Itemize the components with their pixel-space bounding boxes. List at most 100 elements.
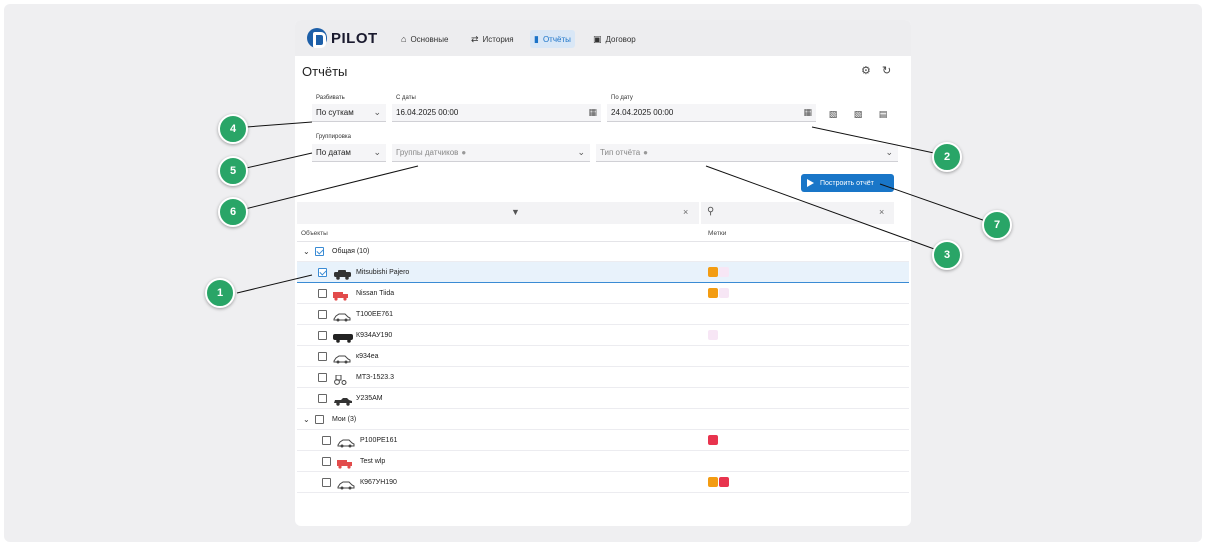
clear-icon[interactable]: ×: [683, 207, 688, 217]
user-settings-icon[interactable]: ⚙: [861, 64, 871, 77]
tag-badge[interactable]: [719, 477, 729, 487]
quick-date-month-icon[interactable]: ▤: [876, 107, 890, 121]
clear-icon[interactable]: ×: [879, 207, 884, 217]
objects-column-header[interactable]: Объекты: [301, 230, 328, 237]
from-date-value: 16.04.2025 00:00: [396, 108, 459, 117]
object-checkbox[interactable]: [318, 268, 327, 277]
logo-mark-icon: [307, 28, 327, 48]
chevron-down-icon: ⌄: [885, 147, 893, 157]
object-name: МТЗ-1523.3: [356, 374, 394, 381]
split-select[interactable]: По суткам ⌄: [312, 104, 386, 122]
object-checkbox[interactable]: [318, 394, 327, 403]
object-row[interactable]: У235АМ: [297, 388, 909, 409]
objects-filter-input[interactable]: ▼ ×: [297, 202, 699, 224]
chevron-down-icon: ⌄: [373, 107, 381, 117]
object-row[interactable]: К934АУ190: [297, 325, 909, 346]
filter-icon[interactable]: ▼: [511, 207, 520, 217]
page-title: Отчёты: [302, 64, 348, 79]
object-name: Р100РЕ161: [360, 437, 398, 444]
calendar-icon[interactable]: ▦: [803, 107, 812, 118]
object-checkbox[interactable]: [318, 289, 327, 298]
object-row[interactable]: Р100РЕ161: [297, 430, 909, 451]
object-checkbox[interactable]: [318, 310, 327, 319]
group-checkbox[interactable]: [315, 415, 324, 424]
chevron-down-icon[interactable]: ⌄: [303, 415, 310, 424]
top-nav: PILOT ⌂ Основные ⇄ История ▮ Отчёты ▣ До…: [295, 20, 911, 56]
group-row[interactable]: ⌄ Общая (10): [297, 241, 909, 262]
object-checkbox[interactable]: [322, 457, 331, 466]
build-report-button[interactable]: Построить отчёт: [801, 174, 894, 192]
tag-badge[interactable]: [708, 330, 718, 340]
nav-history[interactable]: ⇄ История: [467, 30, 518, 48]
truck-icon: [337, 456, 353, 469]
tags-search-input[interactable]: ⚲ ×: [701, 202, 894, 224]
car-icon: [333, 351, 351, 364]
object-row[interactable]: К967УН190: [297, 472, 909, 493]
object-name: Т100ЕЕ761: [356, 311, 393, 318]
calendar-icon[interactable]: ▦: [588, 107, 597, 118]
object-row[interactable]: Nissan Tiida: [297, 283, 909, 304]
chevron-down-icon[interactable]: ⌄: [303, 247, 310, 256]
car-icon: [333, 309, 351, 322]
sensor-groups-select[interactable]: Группы датчиков ● ⌄: [392, 144, 590, 162]
help-icon[interactable]: ●: [461, 148, 466, 157]
to-date-input[interactable]: 24.04.2025 00:00 ▦: [607, 104, 816, 122]
grouping-value: По датам: [316, 148, 351, 157]
group-name: Общая (10): [332, 248, 370, 255]
object-checkbox[interactable]: [322, 436, 331, 445]
nav-main[interactable]: ⌂ Основные: [397, 30, 452, 48]
truck-icon: [333, 288, 349, 301]
object-checkbox[interactable]: [318, 331, 327, 340]
object-row[interactable]: к934еа: [297, 346, 909, 367]
callout-7: 7: [982, 210, 1012, 240]
chevron-down-icon: ⌄: [577, 147, 585, 157]
group-name: Мои (3): [332, 416, 357, 423]
nav-reports[interactable]: ▮ Отчёты: [530, 30, 575, 48]
tags-column-header[interactable]: Метки: [708, 230, 726, 237]
to-date-label: По дату: [611, 95, 633, 101]
grouping-select[interactable]: По датам ⌄: [312, 144, 386, 162]
object-row[interactable]: Mitsubishi Pajero: [297, 262, 909, 283]
help-icon[interactable]: ●: [643, 148, 648, 157]
object-row[interactable]: МТЗ-1523.3: [297, 367, 909, 388]
object-name: Mitsubishi Pajero: [356, 269, 410, 276]
group-row[interactable]: ⌄ Мои (3): [297, 409, 909, 430]
van-icon: [333, 330, 355, 343]
contract-icon: ▣: [593, 33, 602, 44]
object-row[interactable]: Т100ЕЕ761: [297, 304, 909, 325]
nav-history-label: История: [482, 34, 514, 44]
report-type-select[interactable]: Тип отчёта ● ⌄: [596, 144, 898, 162]
callout-2: 2: [932, 142, 962, 172]
object-name: к934еа: [356, 353, 379, 360]
pilot-logo[interactable]: PILOT: [307, 28, 378, 48]
object-checkbox[interactable]: [318, 373, 327, 382]
callout-5: 5: [218, 156, 248, 186]
pickup-icon: [333, 393, 353, 406]
callout-6: 6: [218, 197, 248, 227]
tag-badge[interactable]: [708, 477, 718, 487]
quick-date-today-icon[interactable]: ▧: [826, 107, 840, 121]
suv-icon: [333, 267, 353, 280]
logo-text: PILOT: [331, 29, 378, 47]
object-name: Nissan Tiida: [356, 290, 395, 297]
nav-main-label: Основные: [410, 34, 449, 44]
tag-badge[interactable]: [719, 288, 729, 298]
tag-badge[interactable]: [708, 288, 718, 298]
tag-badge[interactable]: [708, 267, 718, 277]
search-icon: ⚲: [707, 206, 715, 217]
tag-badge[interactable]: [708, 435, 718, 445]
nav-contract[interactable]: ▣ Договор: [589, 30, 640, 48]
from-date-input[interactable]: 16.04.2025 00:00 ▦: [392, 104, 601, 122]
sensor-groups-placeholder: Группы датчиков: [396, 148, 459, 157]
object-row[interactable]: Test wlp: [297, 451, 909, 472]
split-value: По суткам: [316, 108, 354, 117]
to-date-value: 24.04.2025 00:00: [611, 108, 674, 117]
quick-date-week-icon[interactable]: ▧: [851, 107, 865, 121]
grouping-label: Группировка: [316, 134, 351, 140]
group-checkbox[interactable]: [315, 247, 324, 256]
object-checkbox[interactable]: [322, 478, 331, 487]
car-icon: [337, 477, 355, 490]
tag-badge[interactable]: [719, 267, 729, 277]
object-checkbox[interactable]: [318, 352, 327, 361]
refresh-icon[interactable]: ↻: [882, 64, 891, 77]
